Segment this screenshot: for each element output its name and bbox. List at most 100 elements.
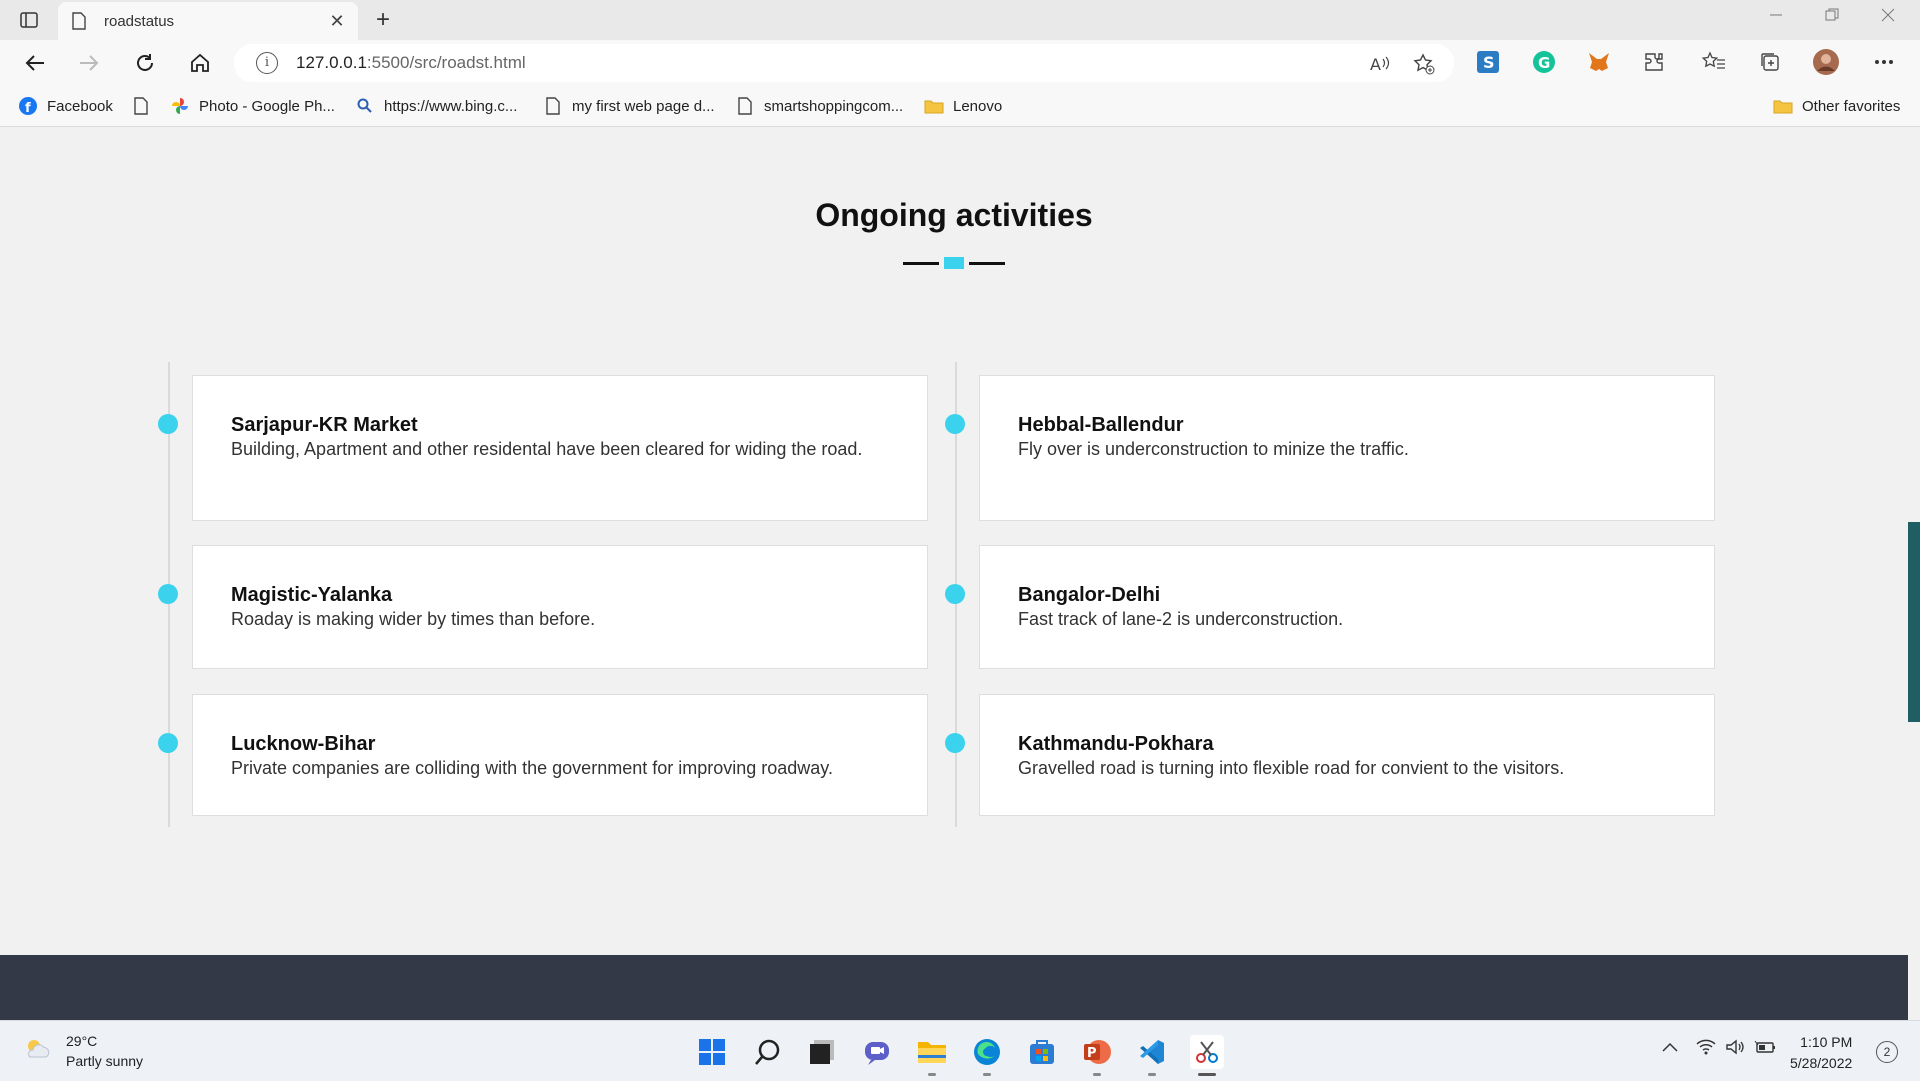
tab-strip: roadstatus ✕ + <box>0 0 1920 40</box>
weather-widget[interactable]: 29°C Partly sunny <box>24 1031 143 1071</box>
svg-text:A: A <box>1370 55 1381 73</box>
page-scrollbar[interactable] <box>1908 522 1920 722</box>
restore-icon[interactable] <box>1812 8 1852 32</box>
activity-description: Gravelled road is turning into flexible … <box>1018 758 1565 778</box>
activity-title: Kathmandu-Pokhara <box>1018 733 1214 755</box>
vscode-icon[interactable] <box>1135 1035 1169 1069</box>
favorite-label: smartshoppingcom... <box>764 97 904 115</box>
favorite-first-web-page[interactable]: my first web page d... <box>543 96 715 116</box>
minimize-icon[interactable] <box>1756 8 1796 32</box>
extension-s-icon[interactable]: S <box>1474 48 1502 76</box>
activity-description: Roaday is making wider by times than bef… <box>231 609 596 629</box>
system-clock[interactable]: 1:10 PM 5/28/2022 <box>1790 1032 1852 1074</box>
wifi-icon[interactable] <box>1696 1039 1716 1060</box>
clock-time: 1:10 PM <box>1800 1034 1853 1050</box>
search-icon <box>355 96 375 116</box>
page-icon <box>72 12 90 30</box>
folder-icon <box>924 96 944 116</box>
svg-text:P: P <box>1087 1046 1097 1061</box>
tab-close-icon[interactable]: ✕ <box>322 11 352 32</box>
site-info-icon[interactable]: i <box>256 52 278 74</box>
close-window-icon[interactable] <box>1868 8 1908 32</box>
activity-description: Building, Apartment and other residental… <box>231 439 863 459</box>
file-explorer-icon[interactable] <box>915 1035 949 1069</box>
edge-icon[interactable] <box>970 1035 1004 1069</box>
favorites-bar: f Facebook Photo - Google Ph... https://… <box>0 86 1920 127</box>
svg-text:G: G <box>1538 54 1550 72</box>
url-text: 127.0.0.1:5500/src/roadst.html <box>296 53 526 73</box>
teams-chat-icon[interactable] <box>860 1035 894 1069</box>
favorite-label: https://www.bing.c... <box>384 97 518 115</box>
timeline-dot <box>945 414 965 434</box>
browser-tab[interactable]: roadstatus ✕ <box>58 2 358 40</box>
store-icon[interactable] <box>1025 1035 1059 1069</box>
running-indicator <box>928 1073 936 1076</box>
activity-title: Sarjapur-KR Market <box>231 414 418 436</box>
page-content: Ongoing activities Sarjapur-KR Market Bu… <box>0 127 1908 955</box>
page-icon <box>131 96 151 116</box>
partly-sunny-icon <box>24 1037 52 1066</box>
address-bar[interactable]: i 127.0.0.1:5500/src/roadst.html A <box>234 44 1454 82</box>
weather-text: 29°C Partly sunny <box>66 1031 143 1071</box>
favorite-label: my first web page d... <box>572 97 715 115</box>
extensions-icon[interactable] <box>1640 48 1668 76</box>
running-indicator <box>1093 1073 1101 1076</box>
url-host: 127.0.0.1 <box>296 53 367 72</box>
weather-desc: Partly sunny <box>66 1053 144 1069</box>
activity-title: Lucknow-Bihar <box>231 733 376 755</box>
svg-text:S: S <box>1483 53 1495 72</box>
powerpoint-icon[interactable]: P <box>1080 1035 1114 1069</box>
notification-badge[interactable]: 2 <box>1876 1041 1898 1063</box>
task-view-icon[interactable] <box>805 1035 839 1069</box>
page-icon <box>735 96 755 116</box>
battery-icon[interactable] <box>1754 1039 1776 1060</box>
refresh-icon[interactable] <box>130 49 160 77</box>
read-aloud-icon[interactable]: A <box>1369 53 1393 75</box>
new-tab-button[interactable]: + <box>368 6 398 34</box>
timeline-dot <box>158 733 178 753</box>
activity-card: Magistic-Yalanka Roaday is making wider … <box>192 545 928 669</box>
other-favorites-folder[interactable]: Other favorites <box>1773 96 1900 116</box>
favorite-google-photos[interactable]: Photo - Google Ph... <box>170 96 335 116</box>
favorite-bing[interactable]: https://www.bing.c... <box>355 96 517 116</box>
home-icon[interactable] <box>185 49 215 77</box>
volume-icon[interactable] <box>1725 1039 1745 1060</box>
snipping-tool-icon[interactable] <box>1190 1035 1224 1069</box>
page-footer <box>0 955 1908 1021</box>
profile-avatar[interactable] <box>1812 48 1840 76</box>
url-path: :5500/src/roadst.html <box>366 53 526 72</box>
taskbar: 29°C Partly sunny P 1:10 PM 5/28/2022 2 <box>0 1020 1920 1081</box>
show-hidden-icons[interactable] <box>1662 1039 1678 1057</box>
weather-temp: 29°C <box>66 1033 98 1049</box>
start-icon[interactable] <box>695 1035 729 1069</box>
favorites-icon[interactable] <box>1700 48 1728 76</box>
add-favorite-icon[interactable] <box>1412 53 1436 75</box>
metamask-icon[interactable] <box>1585 48 1613 76</box>
activity-card: Hebbal-Ballendur Fly over is underconstr… <box>979 375 1715 521</box>
activity-description: Fly over is underconstruction to minize … <box>1018 439 1409 459</box>
favorite-facebook[interactable]: f Facebook <box>18 96 113 116</box>
activity-card: Sarjapur-KR Market Building, Apartment a… <box>192 375 928 521</box>
collections-icon[interactable] <box>1756 48 1784 76</box>
activity-title: Bangalor-Delhi <box>1018 584 1161 606</box>
svg-text:f: f <box>25 101 31 115</box>
favorite-lenovo-folder[interactable]: Lenovo <box>924 96 1002 116</box>
grammarly-icon[interactable]: G <box>1530 48 1558 76</box>
search-icon[interactable] <box>751 1035 785 1069</box>
favorite-page[interactable] <box>131 96 160 116</box>
divider-line-left <box>903 262 939 265</box>
activity-description: Fast track of lane-2 is underconstructio… <box>1018 609 1344 629</box>
timeline-dot <box>945 584 965 604</box>
active-indicator <box>1198 1073 1216 1076</box>
folder-icon <box>1773 96 1793 116</box>
forward-icon[interactable] <box>74 49 104 77</box>
tab-actions-icon[interactable] <box>16 8 42 32</box>
running-indicator <box>983 1073 991 1076</box>
google-photos-icon <box>170 96 190 116</box>
activity-card: Kathmandu-Pokhara Gravelled road is turn… <box>979 694 1715 816</box>
favorite-smartshopping[interactable]: smartshoppingcom... <box>735 96 903 116</box>
activity-card: Lucknow-Bihar Private companies are coll… <box>192 694 928 816</box>
back-icon[interactable] <box>20 49 50 77</box>
more-menu-icon[interactable] <box>1870 48 1898 76</box>
favorite-label: Lenovo <box>953 97 1003 115</box>
